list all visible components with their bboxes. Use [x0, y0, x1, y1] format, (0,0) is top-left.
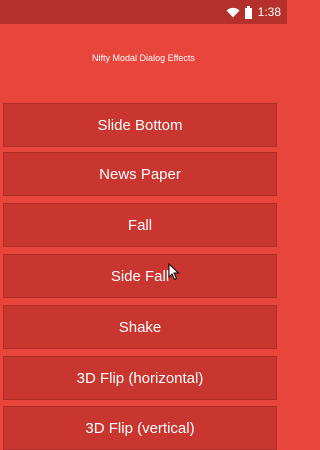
fall-button[interactable]: Fall	[3, 203, 277, 247]
side-fall-button[interactable]: Side Fall	[3, 254, 277, 298]
3d-flip-horizontal-button[interactable]: 3D Flip (horizontal)	[3, 356, 277, 400]
wifi-icon	[226, 7, 240, 18]
3d-flip-vertical-button[interactable]: 3D Flip (vertical)	[3, 406, 277, 450]
app-title: Nifty Modal Dialog Effects	[92, 53, 195, 63]
status-bar: 1:38	[0, 0, 287, 24]
app-header: Nifty Modal Dialog Effects	[0, 24, 287, 92]
slide-bottom-button[interactable]: Slide Bottom	[3, 103, 277, 147]
shake-button[interactable]: Shake	[3, 305, 277, 349]
battery-icon	[244, 5, 252, 19]
news-paper-button[interactable]: News Paper	[3, 152, 277, 196]
status-time: 1:38	[257, 5, 281, 19]
